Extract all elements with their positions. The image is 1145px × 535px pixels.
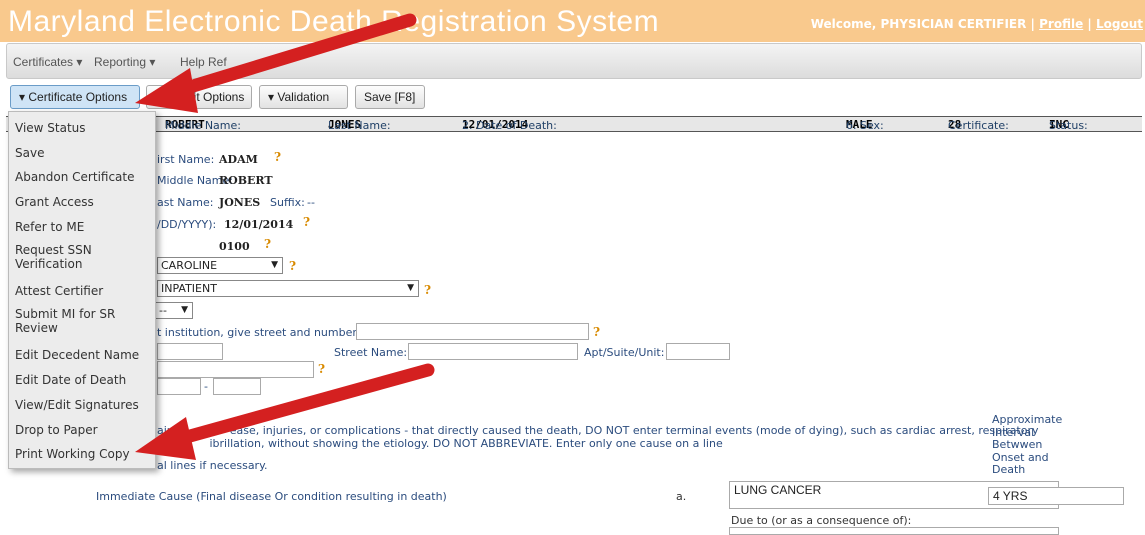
menu-item-refer-to-me[interactable]: Refer to ME bbox=[9, 220, 155, 234]
interval-header-line: Betwwen bbox=[992, 438, 1043, 451]
caret-down-icon: ▼ bbox=[407, 283, 414, 293]
city-input[interactable] bbox=[157, 361, 314, 378]
suffix-label: Suffix: bbox=[270, 196, 305, 209]
last-name-value: JONES bbox=[219, 196, 261, 209]
menu-item-submit-mi-for-sr-review[interactable]: Submit MI for SR Review bbox=[9, 307, 129, 335]
cause-instructions-line1: ain ease, injuries, or complications - t… bbox=[157, 424, 1039, 437]
help-icon[interactable]: ? bbox=[264, 237, 271, 251]
app-title: Maryland Electronic Death Registration S… bbox=[8, 5, 660, 38]
info-sex-label: 6. Sex: bbox=[846, 119, 884, 132]
first-name-value: ADAM bbox=[219, 153, 258, 166]
menu-item-view-status[interactable]: View Status bbox=[9, 121, 155, 135]
welcome-text: Welcome, PHYSICIAN CERTIFIER | bbox=[810, 17, 1035, 31]
facility-type-select[interactable]: -- ▼ bbox=[155, 302, 193, 319]
zip-input[interactable] bbox=[157, 378, 201, 395]
institution-label: t institution, give street and number): bbox=[157, 326, 365, 339]
place-of-death-value: INPATIENT bbox=[161, 282, 217, 295]
apt-suite-input[interactable] bbox=[666, 343, 730, 360]
interval-input[interactable]: 4 YRS bbox=[988, 487, 1124, 505]
institution-input[interactable] bbox=[356, 323, 589, 340]
interval-value: 4 YRS bbox=[993, 489, 1028, 503]
zip-dash: - bbox=[204, 380, 208, 393]
certificate-options-button[interactable]: ▾ Certificate Options bbox=[10, 85, 140, 109]
middle-name-value: ROBERT bbox=[219, 174, 273, 187]
due-to-textarea[interactable] bbox=[729, 527, 1059, 535]
menu-item-attest-certifier[interactable]: Attest Certifier bbox=[9, 284, 155, 298]
interval-header-line: Approximate bbox=[992, 413, 1063, 426]
help-icon[interactable]: ? bbox=[274, 150, 281, 164]
menu-reporting[interactable]: Reporting ▾ bbox=[94, 55, 155, 69]
profile-link[interactable]: Profile bbox=[1039, 17, 1083, 31]
immediate-cause-value: LUNG CANCER bbox=[734, 483, 822, 497]
info-middle-label: Middle Name: bbox=[165, 119, 241, 132]
immediate-cause-label: Immediate Cause (Final disease Or condit… bbox=[96, 490, 447, 503]
county-select-value: CAROLINE bbox=[161, 259, 218, 272]
cause-instructions-line3: al lines if necessary. bbox=[157, 459, 268, 472]
place-of-death-select[interactable]: INPATIENT ▼ bbox=[157, 280, 419, 297]
apt-suite-label: Apt/Suite/Unit: bbox=[584, 346, 665, 359]
save-button[interactable]: Save [F8] bbox=[355, 85, 425, 109]
menu-item-edit-decedent-name[interactable]: Edit Decedent Name bbox=[9, 348, 155, 362]
date-of-death-label: /DD/YYYY): bbox=[157, 218, 217, 231]
help-icon[interactable]: ? bbox=[303, 215, 310, 229]
menu-item-grant-access[interactable]: Grant Access bbox=[9, 195, 155, 209]
logout-link[interactable]: Logout bbox=[1096, 17, 1143, 31]
menu-item-save[interactable]: Save bbox=[9, 146, 155, 160]
help-icon[interactable]: ? bbox=[289, 259, 296, 273]
permit-options-button[interactable]: ermit Options bbox=[146, 85, 252, 109]
certificate-info-bar: Middle Name: ROBERT Last Name: JONES 2. … bbox=[6, 116, 1142, 132]
first-name-label: irst Name: bbox=[157, 153, 215, 166]
caret-down-icon: ▼ bbox=[271, 260, 278, 270]
cause-instructions-line2: ibrillation, without showing the etiolog… bbox=[157, 437, 723, 450]
validation-button[interactable]: ▾ Validation bbox=[259, 85, 348, 109]
last-name-label: ast Name: bbox=[157, 196, 214, 209]
app-header: Maryland Electronic Death Registration S… bbox=[0, 0, 1145, 42]
help-icon[interactable]: ? bbox=[424, 283, 431, 297]
line-a-label: a. bbox=[676, 490, 687, 503]
info-status-label: Status: bbox=[1049, 119, 1088, 132]
info-cert-label: Certificate: bbox=[948, 119, 1009, 132]
street-number-input[interactable] bbox=[157, 343, 223, 360]
certificate-options-menu: View Status Save Abandon Certificate Gra… bbox=[8, 111, 156, 469]
menu-item-edit-date-of-death[interactable]: Edit Date of Death bbox=[9, 373, 155, 387]
zip-extension-input[interactable] bbox=[213, 378, 261, 395]
header-separator: | bbox=[1087, 17, 1092, 31]
caret-down-icon: ▼ bbox=[181, 305, 188, 315]
info-dod-label: 2. Date of Death: bbox=[462, 119, 557, 132]
facility-type-value: -- bbox=[159, 304, 167, 317]
menu-item-abandon-certificate[interactable]: Abandon Certificate bbox=[9, 170, 155, 184]
interval-header-line: Death bbox=[992, 463, 1026, 476]
street-name-label: Street Name: bbox=[334, 346, 408, 359]
time-of-death-value: 0100 bbox=[219, 240, 250, 253]
menu-item-view-edit-signatures[interactable]: View/Edit Signatures bbox=[9, 398, 155, 412]
street-name-input[interactable] bbox=[408, 343, 578, 360]
county-select[interactable]: CAROLINE ▼ bbox=[157, 257, 283, 274]
due-to-label: Due to (or as a consequence of): bbox=[731, 514, 912, 527]
menu-help[interactable]: Help Ref bbox=[180, 55, 227, 69]
welcome-area: Welcome, PHYSICIAN CERTIFIER | Profile |… bbox=[811, 17, 1143, 31]
menu-item-drop-to-paper[interactable]: Drop to Paper bbox=[9, 423, 155, 437]
menu-item-print-working-copy[interactable]: Print Working Copy bbox=[9, 447, 155, 461]
interval-header: Approximate Interval Betwwen Onset and D… bbox=[992, 413, 1063, 477]
menu-item-request-ssn-verification[interactable]: Request SSN Verification bbox=[9, 243, 119, 271]
main-menubar: Certificates ▾ Reporting ▾ Help Ref bbox=[6, 43, 1142, 79]
suffix-value: -- bbox=[307, 196, 315, 209]
help-icon[interactable]: ? bbox=[593, 325, 600, 339]
help-icon[interactable]: ? bbox=[318, 362, 325, 376]
info-last-label: Last Name: bbox=[328, 119, 391, 132]
menu-certificates[interactable]: Certificates ▾ bbox=[13, 55, 82, 69]
date-of-death-value: 12/01/2014 bbox=[224, 218, 294, 231]
